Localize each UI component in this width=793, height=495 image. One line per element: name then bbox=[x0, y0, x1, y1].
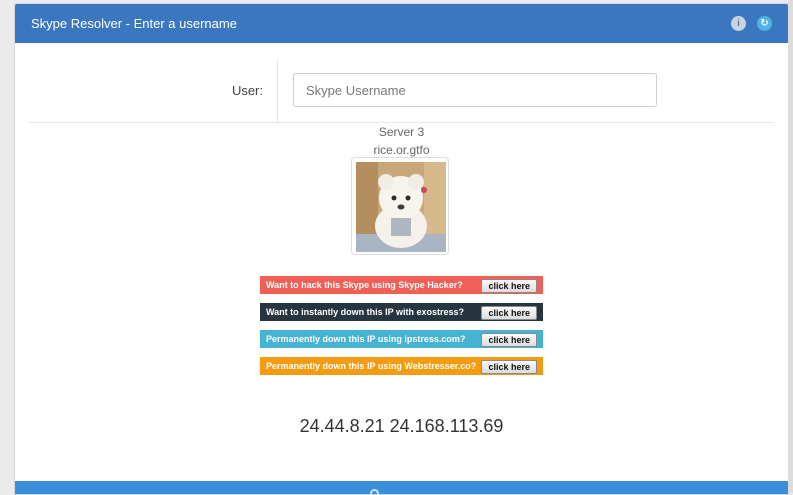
click-here-button[interactable]: click here bbox=[481, 333, 537, 347]
click-here-button[interactable]: click here bbox=[481, 360, 537, 374]
resolver-panel: Skype Resolver - Enter a username i ↻ Us… bbox=[14, 3, 789, 495]
click-here-button[interactable]: click here bbox=[481, 279, 537, 293]
username-input[interactable] bbox=[293, 73, 657, 107]
ad-text: Permanently down this IP using ipstress.… bbox=[266, 334, 466, 344]
section-divider bbox=[29, 122, 774, 123]
form-divider bbox=[277, 59, 278, 122]
avatar bbox=[351, 157, 449, 255]
user-label: User: bbox=[231, 83, 263, 98]
page-scrollbar[interactable] bbox=[788, 0, 793, 493]
panel-title: Skype Resolver - Enter a username bbox=[31, 16, 237, 31]
avatar-image bbox=[356, 162, 446, 252]
refresh-icon[interactable]: ↻ bbox=[757, 16, 772, 31]
resolved-ip-addresses: 24.44.8.21 24.168.113.69 bbox=[299, 416, 504, 436]
ad-ipstress: Permanently down this IP using ipstress.… bbox=[260, 330, 543, 348]
ad-text: Permanently down this IP using Webstress… bbox=[266, 361, 477, 371]
ad-webstresser: Permanently down this IP using Webstress… bbox=[260, 357, 543, 375]
ad-exostress: Want to instantly down this IP with exos… bbox=[260, 303, 543, 321]
panel-header: Skype Resolver - Enter a username i ↻ bbox=[15, 4, 788, 43]
ad-skype-hacker: Want to hack this Skype using Skype Hack… bbox=[260, 276, 543, 294]
search-icon bbox=[370, 489, 379, 494]
ad-text: Want to hack this Skype using Skype Hack… bbox=[266, 280, 463, 290]
ad-text: Want to instantly down this IP with exos… bbox=[266, 307, 465, 317]
info-icon[interactable]: i bbox=[731, 16, 746, 31]
click-here-button[interactable]: click here bbox=[481, 306, 537, 320]
server-host: rice.or.gtfo bbox=[373, 143, 430, 157]
server-name: Server 3 bbox=[378, 125, 425, 139]
